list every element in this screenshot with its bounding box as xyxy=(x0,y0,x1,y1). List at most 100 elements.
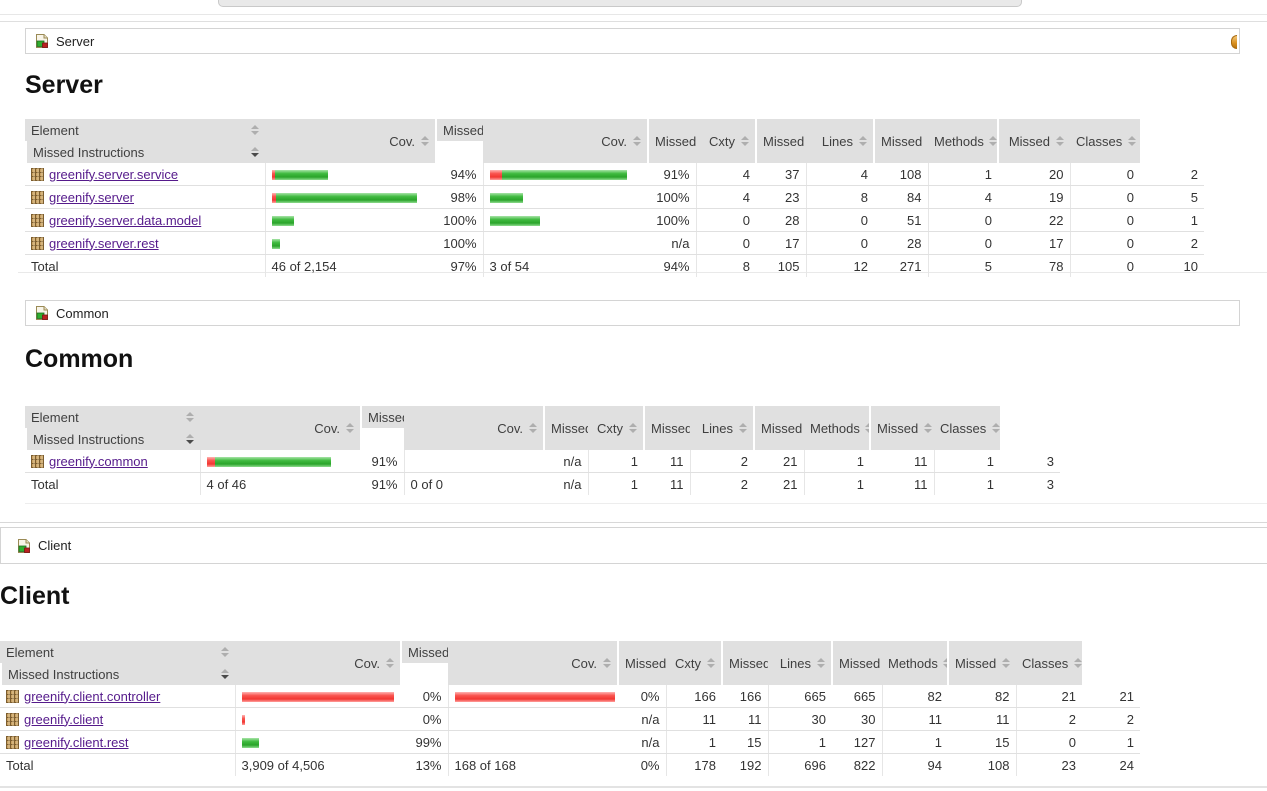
column-header-cov--4[interactable]: Cov. xyxy=(404,406,544,450)
column-header-methods-10[interactable]: Methods xyxy=(882,641,948,685)
total-branches-coverage-cell: 0% xyxy=(618,754,666,777)
column-header-element-0[interactable]: Element xyxy=(25,406,200,428)
column-header-cov--2[interactable]: Cov. xyxy=(200,406,360,450)
column-header-missed-branches-3[interactable]: Missed Branches xyxy=(360,406,404,428)
header-row: ElementMissed InstructionsCov.Missed Bra… xyxy=(0,641,1140,685)
coverage-bar-branches-covered xyxy=(502,170,627,180)
metric-cell: 37 xyxy=(756,163,806,186)
divider-line xyxy=(25,503,1267,504)
total-metric-cell: 1 xyxy=(934,473,1000,496)
package-icon xyxy=(6,713,19,726)
package-link[interactable]: greenify.server.data.model xyxy=(49,213,201,228)
package-link[interactable]: greenify.client.rest xyxy=(24,735,129,750)
column-header-missed-11[interactable]: Missed xyxy=(998,119,1070,163)
column-header-missed-9[interactable]: Missed xyxy=(874,119,928,163)
column-header-missed-5[interactable]: Missed xyxy=(648,119,696,163)
column-header-label: Missed Branches xyxy=(443,123,483,138)
sort-arrows-icon xyxy=(1055,136,1064,146)
element-cell: greenify.client.controller xyxy=(0,685,235,708)
column-header-methods-10[interactable]: Methods xyxy=(928,119,998,163)
table-row: greenify.client0%n/a11113030111122 xyxy=(0,708,1140,731)
column-header-classes-12[interactable]: Classes xyxy=(1070,119,1140,163)
column-header-methods-10[interactable]: Methods xyxy=(804,406,870,450)
metric-cell: 20 xyxy=(998,163,1070,186)
column-header-label: Methods xyxy=(934,134,984,149)
package-link[interactable]: greenify.server xyxy=(49,190,134,205)
column-header-missed-7[interactable]: Missed xyxy=(722,641,768,685)
metric-cell: 51 xyxy=(874,209,928,232)
package-link[interactable]: greenify.server.rest xyxy=(49,236,159,251)
total-metric-cell: 78 xyxy=(998,255,1070,278)
column-header-missed-7[interactable]: Missed xyxy=(756,119,806,163)
column-header-label: Methods xyxy=(888,656,938,671)
metric-cell: 166 xyxy=(722,685,768,708)
column-header-missed-5[interactable]: Missed xyxy=(618,641,666,685)
column-header-missed-11[interactable]: Missed xyxy=(948,641,1016,685)
section-title: Client xyxy=(0,582,1267,610)
metric-cell: 0 xyxy=(1070,186,1140,209)
instructions-bar-cell xyxy=(235,708,400,731)
column-header-label: Cov. xyxy=(314,421,340,436)
column-header-cov--2[interactable]: Cov. xyxy=(235,641,400,685)
package-link[interactable]: greenify.client.controller xyxy=(24,689,160,704)
column-header-label: Methods xyxy=(810,421,860,436)
total-metric-cell: 11 xyxy=(870,473,934,496)
metric-cell: 11 xyxy=(870,450,934,473)
metric-cell: 84 xyxy=(874,186,928,209)
column-header-classes-12[interactable]: Classes xyxy=(934,406,1000,450)
column-header-lines-8[interactable]: Lines xyxy=(690,406,754,450)
column-header-classes-12[interactable]: Classes xyxy=(1016,641,1082,685)
column-header-element-0[interactable]: Element xyxy=(0,641,235,663)
column-header-cxty-6[interactable]: Cxty xyxy=(666,641,722,685)
instructions-bar-cell xyxy=(235,731,400,754)
column-header-label: Missed Branches xyxy=(408,645,448,660)
column-header-missed-branches-3[interactable]: Missed Branches xyxy=(435,119,483,141)
column-header-missed-instructions-1[interactable]: Missed Instructions xyxy=(25,141,265,163)
branches-bar-cell xyxy=(448,685,618,708)
instructions-coverage-cell: 100% xyxy=(435,209,483,232)
column-header-missed-11[interactable]: Missed xyxy=(870,406,934,450)
metric-cell: 4 xyxy=(806,163,874,186)
sort-arrows-icon xyxy=(220,669,229,679)
column-header-cxty-6[interactable]: Cxty xyxy=(588,406,644,450)
table-row: greenify.server.service94%91%43741081200… xyxy=(25,163,1204,186)
column-header-lines-8[interactable]: Lines xyxy=(768,641,832,685)
table-row: greenify.server.data.model100%100%028051… xyxy=(25,209,1204,232)
total-metric-cell: 23 xyxy=(1016,754,1082,777)
column-header-missed-7[interactable]: Missed xyxy=(644,406,690,450)
package-link[interactable]: greenify.common xyxy=(49,454,148,469)
instructions-bar-cell xyxy=(265,163,435,186)
instructions-coverage-cell: 0% xyxy=(400,685,448,708)
coverage-bar-branches-missed xyxy=(490,170,502,180)
column-header-cov--2[interactable]: Cov. xyxy=(265,119,435,163)
column-header-cov--4[interactable]: Cov. xyxy=(483,119,648,163)
column-header-lines-8[interactable]: Lines xyxy=(806,119,874,163)
column-header-label: Classes xyxy=(940,421,986,436)
package-link[interactable]: greenify.server.service xyxy=(49,167,178,182)
branches-coverage-cell: n/a xyxy=(618,708,666,731)
coverage-bar-instructions-covered xyxy=(272,239,280,249)
column-header-element-0[interactable]: Element xyxy=(25,119,265,141)
column-header-label: Missed xyxy=(729,656,768,671)
section-client: ClientClientElementMissed InstructionsCo… xyxy=(0,527,1267,776)
column-header-missed-9[interactable]: Missed xyxy=(754,406,804,450)
metric-cell: 19 xyxy=(998,186,1070,209)
package-link[interactable]: greenify.client xyxy=(24,712,103,727)
column-header-cov--4[interactable]: Cov. xyxy=(448,641,618,685)
sessions-icon[interactable] xyxy=(1231,35,1237,49)
column-header-missed-9[interactable]: Missed xyxy=(832,641,882,685)
column-header-missed-branches-3[interactable]: Missed Branches xyxy=(400,641,448,663)
total-metric-cell: 105 xyxy=(756,255,806,278)
group-icon xyxy=(16,538,32,554)
column-header-missed-5[interactable]: Missed xyxy=(544,406,588,450)
metric-cell: 28 xyxy=(874,232,928,255)
metric-cell: 0 xyxy=(1070,163,1140,186)
sort-arrows-icon xyxy=(923,423,932,433)
column-header-missed-instructions-1[interactable]: Missed Instructions xyxy=(25,428,200,450)
sort-arrows-icon xyxy=(927,136,928,146)
total-row: Total46 of 2,15497%3 of 5494%81051227157… xyxy=(25,255,1204,278)
column-header-cxty-6[interactable]: Cxty xyxy=(696,119,756,163)
metric-cell: 2 xyxy=(1140,232,1204,255)
column-header-label: Missed xyxy=(763,134,804,149)
column-header-missed-instructions-1[interactable]: Missed Instructions xyxy=(0,663,235,685)
